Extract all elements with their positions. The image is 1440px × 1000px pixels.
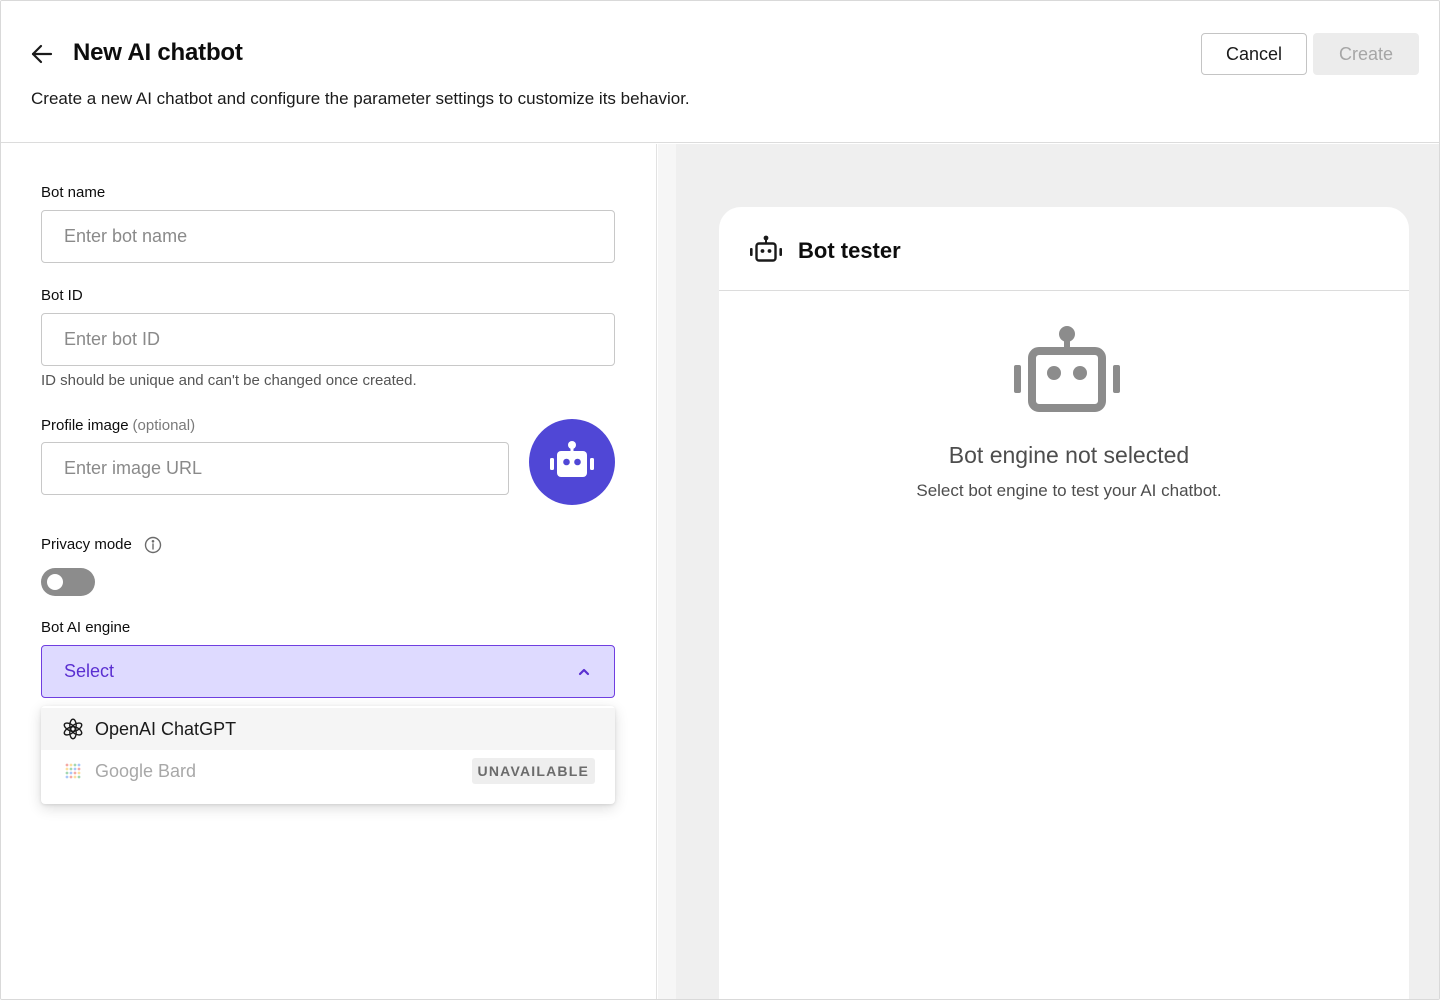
- bot-id-label: Bot ID: [41, 287, 83, 304]
- info-icon[interactable]: [144, 536, 162, 554]
- bot-engine-select-value: Select: [64, 661, 115, 681]
- profile-image-label-text: Profile image: [41, 417, 129, 434]
- privacy-mode-toggle[interactable]: [41, 568, 95, 596]
- page-title: New AI chatbot: [73, 39, 243, 66]
- chevron-up-icon: [578, 668, 590, 675]
- openai-icon: [61, 717, 85, 741]
- empty-state-subtitle: Select bot engine to test your AI chatbo…: [916, 481, 1222, 500]
- create-chatbot-page: New AI chatbot Create a new AI chatbot a…: [0, 0, 1440, 1000]
- robot-icon: [550, 441, 594, 477]
- optional-tag: (optional): [132, 417, 196, 434]
- engine-option-bard-label: Google Bard: [95, 760, 197, 781]
- bot-name-label: Bot name: [41, 184, 106, 201]
- arrow-left-icon: [31, 44, 53, 64]
- bot-tester-card: Bot tester Bot engine not selected Selec…: [719, 207, 1409, 999]
- bot-settings-form: Bot name Bot ID ID should be unique and …: [1, 144, 657, 999]
- privacy-mode-label: Privacy mode: [41, 536, 162, 554]
- page-subtitle: Create a new AI chatbot and configure th…: [31, 89, 690, 108]
- tester-panel-gutter: [658, 144, 676, 999]
- page-header: New AI chatbot Create a new AI chatbot a…: [1, 1, 1439, 143]
- create-button[interactable]: Create: [1313, 33, 1419, 75]
- bot-engine-label: Bot AI engine: [41, 619, 131, 636]
- bot-id-input[interactable]: [41, 313, 615, 366]
- robot-icon: [750, 235, 782, 262]
- bot-name-input[interactable]: [41, 210, 615, 263]
- bot-tester-title: Bot tester: [798, 238, 901, 263]
- bard-icon: [61, 759, 85, 783]
- toggle-knob: [47, 574, 63, 590]
- empty-state-title: Bot engine not selected: [948, 442, 1190, 468]
- engine-option-openai-label: OpenAI ChatGPT: [95, 718, 237, 739]
- bot-id-helper-text: ID should be unique and can't be changed…: [41, 372, 417, 389]
- engine-option-openai[interactable]: OpenAI ChatGPT: [41, 708, 615, 750]
- cancel-button[interactable]: Cancel: [1201, 33, 1307, 75]
- unavailable-badge: UNAVAILABLE: [471, 758, 595, 784]
- bot-avatar[interactable]: [529, 419, 615, 505]
- robot-icon: [1014, 326, 1120, 412]
- back-button[interactable]: [29, 41, 55, 67]
- bot-engine-dropdown: OpenAI ChatGPT Google Bard UNAVAILABLE: [41, 706, 615, 804]
- privacy-mode-label-text: Privacy mode: [41, 536, 132, 553]
- profile-image-label: Profile image (optional): [41, 417, 195, 434]
- engine-option-bard[interactable]: Google Bard UNAVAILABLE: [41, 750, 615, 792]
- image-url-input[interactable]: [41, 442, 509, 495]
- bot-engine-select[interactable]: Select: [41, 645, 615, 698]
- bot-tester-header: Bot tester: [719, 207, 1409, 291]
